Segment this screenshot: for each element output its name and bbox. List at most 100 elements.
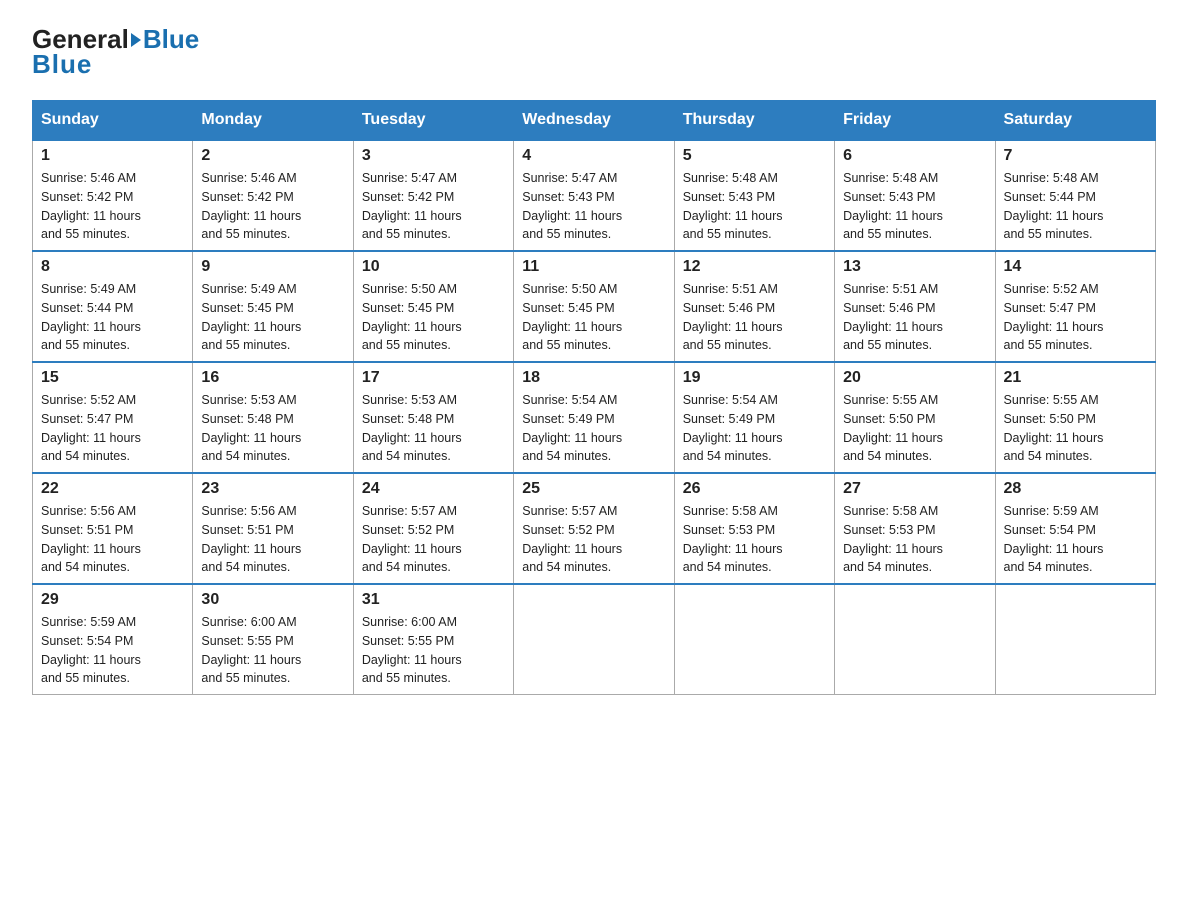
calendar-cell: 2 Sunrise: 5:46 AMSunset: 5:42 PMDaylight… [193, 140, 353, 251]
day-number: 29 [41, 591, 184, 609]
day-info: Sunrise: 5:52 AMSunset: 5:47 PMDaylight:… [1004, 280, 1147, 355]
day-info: Sunrise: 5:48 AMSunset: 5:43 PMDaylight:… [843, 169, 986, 244]
day-info: Sunrise: 5:48 AMSunset: 5:43 PMDaylight:… [683, 169, 826, 244]
calendar-cell: 27 Sunrise: 5:58 AMSunset: 5:53 PMDayligh… [835, 473, 995, 584]
day-info: Sunrise: 5:59 AMSunset: 5:54 PMDaylight:… [41, 613, 184, 688]
day-info: Sunrise: 5:47 AMSunset: 5:42 PMDaylight:… [362, 169, 505, 244]
col-header-saturday: Saturday [995, 101, 1155, 141]
day-number: 6 [843, 147, 986, 165]
day-info: Sunrise: 5:49 AMSunset: 5:45 PMDaylight:… [201, 280, 344, 355]
day-number: 15 [41, 369, 184, 387]
calendar-cell: 17 Sunrise: 5:53 AMSunset: 5:48 PMDayligh… [353, 362, 513, 473]
calendar-table: SundayMondayTuesdayWednesdayThursdayFrid… [32, 100, 1156, 695]
calendar-cell: 29 Sunrise: 5:59 AMSunset: 5:54 PMDayligh… [33, 584, 193, 695]
calendar-week-row: 8 Sunrise: 5:49 AMSunset: 5:44 PMDaylight… [33, 251, 1156, 362]
logo-arrow-icon [131, 33, 141, 47]
day-info: Sunrise: 5:50 AMSunset: 5:45 PMDaylight:… [522, 280, 665, 355]
day-number: 19 [683, 369, 826, 387]
col-header-friday: Friday [835, 101, 995, 141]
calendar-cell: 11 Sunrise: 5:50 AMSunset: 5:45 PMDayligh… [514, 251, 674, 362]
day-number: 3 [362, 147, 505, 165]
day-info: Sunrise: 5:49 AMSunset: 5:44 PMDaylight:… [41, 280, 184, 355]
day-info: Sunrise: 6:00 AMSunset: 5:55 PMDaylight:… [201, 613, 344, 688]
calendar-cell: 20 Sunrise: 5:55 AMSunset: 5:50 PMDayligh… [835, 362, 995, 473]
calendar-cell: 18 Sunrise: 5:54 AMSunset: 5:49 PMDayligh… [514, 362, 674, 473]
day-number: 4 [522, 147, 665, 165]
calendar-cell: 13Sunrise: 5:51 AMSunset: 5:46 PMDayligh… [835, 251, 995, 362]
day-info: Sunrise: 5:53 AMSunset: 5:48 PMDaylight:… [362, 391, 505, 466]
calendar-cell: 19 Sunrise: 5:54 AMSunset: 5:49 PMDayligh… [674, 362, 834, 473]
calendar-cell: 10 Sunrise: 5:50 AMSunset: 5:45 PMDayligh… [353, 251, 513, 362]
calendar-cell: 7Sunrise: 5:48 AMSunset: 5:44 PMDaylight… [995, 140, 1155, 251]
day-info: Sunrise: 5:51 AMSunset: 5:46 PMDaylight:… [683, 280, 826, 355]
col-header-wednesday: Wednesday [514, 101, 674, 141]
day-info: Sunrise: 5:52 AMSunset: 5:47 PMDaylight:… [41, 391, 184, 466]
day-number: 11 [522, 258, 665, 276]
day-number: 17 [362, 369, 505, 387]
day-number: 8 [41, 258, 184, 276]
day-number: 1 [41, 147, 184, 165]
calendar-cell [674, 584, 834, 695]
calendar-cell: 1 Sunrise: 5:46 AMSunset: 5:42 PMDaylight… [33, 140, 193, 251]
day-number: 2 [201, 147, 344, 165]
calendar-cell: 3 Sunrise: 5:47 AMSunset: 5:42 PMDaylight… [353, 140, 513, 251]
day-number: 21 [1004, 369, 1147, 387]
day-number: 5 [683, 147, 826, 165]
calendar-week-row: 29 Sunrise: 5:59 AMSunset: 5:54 PMDayligh… [33, 584, 1156, 695]
day-info: Sunrise: 5:59 AMSunset: 5:54 PMDaylight:… [1004, 502, 1147, 577]
day-info: Sunrise: 5:48 AMSunset: 5:44 PMDaylight:… [1004, 169, 1147, 244]
calendar-week-row: 15 Sunrise: 5:52 AMSunset: 5:47 PMDayligh… [33, 362, 1156, 473]
calendar-cell: 9 Sunrise: 5:49 AMSunset: 5:45 PMDaylight… [193, 251, 353, 362]
col-header-tuesday: Tuesday [353, 101, 513, 141]
calendar-cell: 8 Sunrise: 5:49 AMSunset: 5:44 PMDaylight… [33, 251, 193, 362]
day-number: 18 [522, 369, 665, 387]
day-number: 23 [201, 480, 344, 498]
col-header-sunday: Sunday [33, 101, 193, 141]
calendar-cell: 31 Sunrise: 6:00 AMSunset: 5:55 PMDayligh… [353, 584, 513, 695]
calendar-cell: 12 Sunrise: 5:51 AMSunset: 5:46 PMDayligh… [674, 251, 834, 362]
day-number: 10 [362, 258, 505, 276]
calendar-cell: 23Sunrise: 5:56 AMSunset: 5:51 PMDayligh… [193, 473, 353, 584]
day-number: 31 [362, 591, 505, 609]
day-info: Sunrise: 5:55 AMSunset: 5:50 PMDaylight:… [843, 391, 986, 466]
day-info: Sunrise: 5:47 AMSunset: 5:43 PMDaylight:… [522, 169, 665, 244]
logo-blue-word: Blue [143, 24, 199, 55]
calendar-week-row: 1 Sunrise: 5:46 AMSunset: 5:42 PMDaylight… [33, 140, 1156, 251]
day-info: Sunrise: 5:50 AMSunset: 5:45 PMDaylight:… [362, 280, 505, 355]
calendar-cell: 25Sunrise: 5:57 AMSunset: 5:52 PMDayligh… [514, 473, 674, 584]
day-info: Sunrise: 5:46 AMSunset: 5:42 PMDaylight:… [41, 169, 184, 244]
calendar-week-row: 22 Sunrise: 5:56 AMSunset: 5:51 PMDayligh… [33, 473, 1156, 584]
col-header-monday: Monday [193, 101, 353, 141]
calendar-cell [514, 584, 674, 695]
day-number: 27 [843, 480, 986, 498]
calendar-cell: 6 Sunrise: 5:48 AMSunset: 5:43 PMDaylight… [835, 140, 995, 251]
day-info: Sunrise: 5:53 AMSunset: 5:48 PMDaylight:… [201, 391, 344, 466]
calendar-cell: 22 Sunrise: 5:56 AMSunset: 5:51 PMDayligh… [33, 473, 193, 584]
day-number: 24 [362, 480, 505, 498]
day-info: Sunrise: 5:57 AMSunset: 5:52 PMDaylight:… [362, 502, 505, 577]
calendar-cell: 28 Sunrise: 5:59 AMSunset: 5:54 PMDayligh… [995, 473, 1155, 584]
day-info: Sunrise: 6:00 AMSunset: 5:55 PMDaylight:… [362, 613, 505, 688]
calendar-cell [995, 584, 1155, 695]
day-info: Sunrise: 5:58 AMSunset: 5:53 PMDaylight:… [683, 502, 826, 577]
calendar-cell: 26 Sunrise: 5:58 AMSunset: 5:53 PMDayligh… [674, 473, 834, 584]
day-info: Sunrise: 5:46 AMSunset: 5:42 PMDaylight:… [201, 169, 344, 244]
calendar-cell: 4 Sunrise: 5:47 AMSunset: 5:43 PMDaylight… [514, 140, 674, 251]
calendar-cell: 15 Sunrise: 5:52 AMSunset: 5:47 PMDayligh… [33, 362, 193, 473]
day-info: Sunrise: 5:56 AMSunset: 5:51 PMDaylight:… [41, 502, 184, 577]
day-info: Sunrise: 5:51 AMSunset: 5:46 PMDaylight:… [843, 280, 986, 355]
calendar-header-row: SundayMondayTuesdayWednesdayThursdayFrid… [33, 101, 1156, 141]
day-info: Sunrise: 5:55 AMSunset: 5:50 PMDaylight:… [1004, 391, 1147, 466]
day-number: 12 [683, 258, 826, 276]
day-number: 14 [1004, 258, 1147, 276]
day-number: 20 [843, 369, 986, 387]
day-info: Sunrise: 5:54 AMSunset: 5:49 PMDaylight:… [683, 391, 826, 466]
calendar-cell: 21 Sunrise: 5:55 AMSunset: 5:50 PMDayligh… [995, 362, 1155, 473]
day-number: 28 [1004, 480, 1147, 498]
logo-underline: Blue [32, 49, 92, 80]
day-number: 9 [201, 258, 344, 276]
day-number: 22 [41, 480, 184, 498]
day-info: Sunrise: 5:54 AMSunset: 5:49 PMDaylight:… [522, 391, 665, 466]
day-number: 26 [683, 480, 826, 498]
day-info: Sunrise: 5:58 AMSunset: 5:53 PMDaylight:… [843, 502, 986, 577]
